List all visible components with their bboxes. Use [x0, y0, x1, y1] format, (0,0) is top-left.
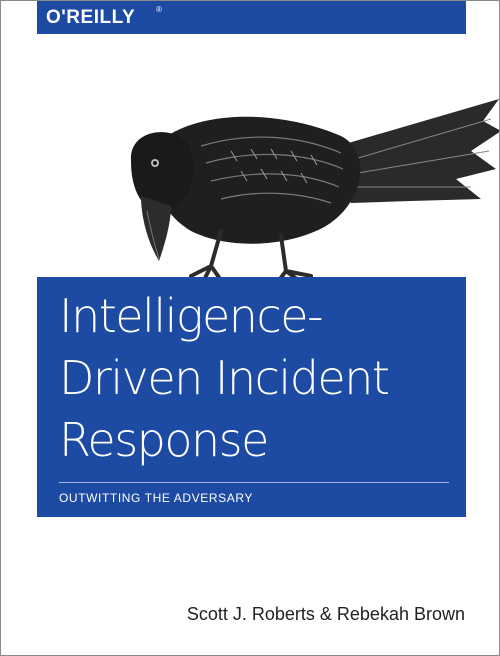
- title-line-2: Driven Incident: [59, 351, 390, 405]
- subtitle: OUTWITTING THE ADVERSARY: [59, 491, 253, 505]
- title-line-1: Intelligence-: [59, 289, 324, 343]
- authors: Scott J. Roberts & Rebekah Brown: [186, 604, 465, 624]
- crow-icon: [130, 99, 499, 293]
- registered-mark: ®: [156, 5, 162, 14]
- title-divider: [59, 482, 449, 483]
- book-cover: O'REILLY ® Intelligence- Driven Incident…: [0, 0, 500, 656]
- title-line-3: Response: [59, 413, 269, 467]
- publisher-logo: O'REILLY: [46, 7, 136, 28]
- title-panel: Intelligence- Driven Incident Response O…: [37, 277, 466, 517]
- publisher-bar: O'REILLY ®: [37, 1, 466, 34]
